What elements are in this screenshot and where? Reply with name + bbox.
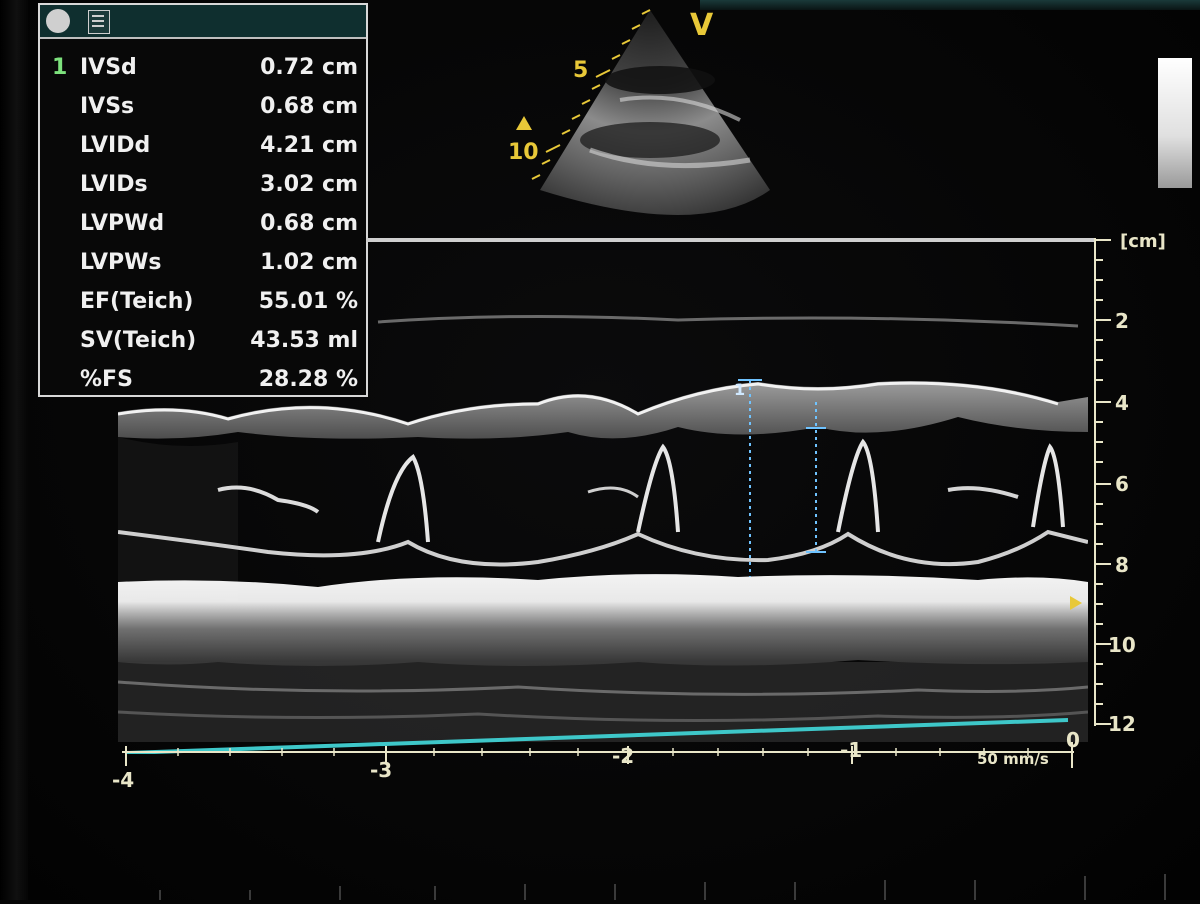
measurement-panel-header [40,5,366,39]
measurement-label: LVIDs [80,172,148,197]
time-tick-label: -1 [840,738,863,762]
focus-marker-icon [1070,596,1082,610]
measurement-label: LVPWd [80,211,165,236]
mmode-trace-image [117,242,1089,755]
time-tick-label: -4 [112,768,135,792]
measurement-index: 1 [52,55,68,80]
depth-tick-label: 8 [1115,553,1129,577]
time-tick-label: -3 [370,758,393,782]
depth-tick-label: 10 [1108,633,1136,657]
measurement-value: 4.21 cm [260,133,358,158]
measurement-row-lvids: LVIDs 3.02 cm [40,166,366,205]
bottom-scale-ticks [0,860,1200,900]
measurement-label: IVSd [80,55,137,80]
measurement-row-ivss: IVSs 0.68 cm [40,88,366,127]
sector-reference-image [500,0,800,240]
measurement-label: LVIDd [80,133,151,158]
monitor-bezel [0,0,28,900]
measurement-value: 0.72 cm [260,55,358,80]
depth-tick-label: 2 [1115,309,1129,333]
orientation-marker: V [690,8,714,43]
ultrasound-screen: 1 IVSd 0.72 cm IVSs 0.68 cm LVIDd 4.21 c… [0,0,1200,900]
measurement-value: 3.02 cm [260,172,358,197]
record-circle-icon[interactable] [46,9,70,33]
time-tick-label: -2 [612,744,635,768]
measurement-label: IVSs [80,94,135,119]
gray-scale-bar [1158,58,1192,188]
measurement-row-lvidd: LVIDd 4.21 cm [40,127,366,166]
measurement-row-ivsd: 1 IVSd 0.72 cm [40,49,366,88]
sector-focus-marker-icon [516,116,532,130]
measurement-row-lvpwd: LVPWd 0.68 cm [40,205,366,244]
depth-tick-label: 6 [1115,472,1129,496]
depth-unit-label: [cm] [1120,231,1166,252]
sector-depth-label: 5 [573,58,589,83]
sector-depth-label: 10 [508,140,539,165]
depth-tick-label: 4 [1115,391,1129,415]
measurement-value: 0.68 cm [260,94,358,119]
depth-tick-label: 12 [1108,712,1136,736]
report-document-icon[interactable] [88,10,110,34]
measurement-value: 0.68 cm [260,211,358,236]
caliper-marker-label: 1 [734,380,746,399]
sweep-speed-label: 50 mm/s [977,750,1049,768]
time-tick-label: 0 [1066,728,1080,752]
